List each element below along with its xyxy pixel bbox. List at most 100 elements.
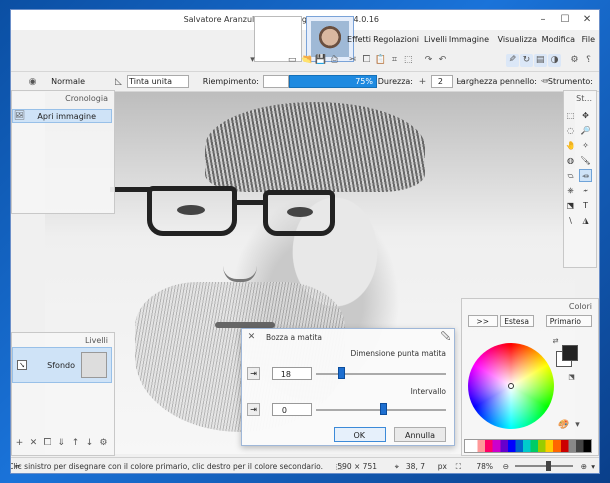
primary-color-swatch[interactable] <box>562 345 578 361</box>
line-curve-icon[interactable]: ∕ <box>564 214 577 227</box>
maximize-button[interactable]: ☐ <box>557 13 573 27</box>
layer-move-up-icon[interactable]: ↑ <box>69 437 82 450</box>
layer-merge-icon[interactable]: ⇓ <box>55 437 68 450</box>
color-wheel-cursor[interactable] <box>508 383 514 389</box>
menu-adjustments[interactable]: Regolazioni <box>373 35 419 44</box>
main-toolbar: ? ⚙ ◐ ▤ ↺ ✎ ↷ ↶ ⬚ ⌗ 📋 ❐ ✂ ⎙ 💾 📂 ▭ ▾ <box>11 50 599 72</box>
tip-size-input[interactable]: 18 <box>272 367 312 380</box>
line-width-decrease[interactable]: − <box>454 76 467 89</box>
magic-wand-icon[interactable]: ✧ <box>579 139 592 152</box>
extend-arrows-button[interactable]: >> <box>468 315 498 327</box>
zoom-slider-thumb[interactable] <box>546 461 551 471</box>
pan-icon[interactable]: ✋ <box>564 139 577 152</box>
redo-icon[interactable]: ↷ <box>436 54 449 67</box>
menu-layers[interactable]: Livelli <box>424 35 447 44</box>
units-dropdown[interactable]: px <box>438 462 447 471</box>
swap-colors-icon[interactable]: ⇆ <box>549 335 562 348</box>
zoom-out-icon[interactable]: ⊖ <box>503 462 509 471</box>
pencil-icon[interactable]: ✏ <box>579 169 592 182</box>
text-icon[interactable]: T <box>579 199 592 212</box>
range-slider-thumb[interactable] <box>380 403 388 415</box>
dialog-close-icon[interactable]: ✕ <box>245 331 258 344</box>
deselect-icon[interactable]: ⬚ <box>402 54 415 67</box>
hardness-stepper[interactable] <box>263 75 289 88</box>
menu-view[interactable]: Visualizza <box>498 35 537 44</box>
image-size: 590 × 751 <box>337 462 377 471</box>
print-icon[interactable]: ⎙ <box>328 54 341 67</box>
dialog-effect-icon: 🖉 <box>440 332 451 342</box>
clone-stamp-icon[interactable]: ⎈ <box>564 184 577 197</box>
tools-window-icon[interactable]: ✎ <box>506 54 519 67</box>
recolor-icon[interactable]: ◩ <box>564 199 577 212</box>
paint-bucket-icon[interactable]: ◍ <box>564 154 577 167</box>
reset-colors-icon[interactable]: ◩ <box>565 371 578 384</box>
layer-duplicate-icon[interactable]: ❐ <box>41 437 54 450</box>
open-icon[interactable]: 📂 <box>300 54 313 67</box>
rectangle-select-icon[interactable]: ⬚ <box>564 109 577 122</box>
extend-button[interactable]: Estesa <box>500 315 534 327</box>
photo-hair <box>205 102 425 192</box>
move-selection-icon[interactable]: ✥ <box>579 109 592 122</box>
extend-label: Estesa <box>504 317 529 326</box>
colors-window-icon[interactable]: ◐ <box>548 54 561 67</box>
eraser-icon[interactable]: ▱ <box>564 169 577 182</box>
cut-icon[interactable]: ✂ <box>346 54 359 67</box>
cancel-button[interactable]: Annulla <box>394 427 446 442</box>
crop-icon[interactable]: ⌗ <box>388 54 401 67</box>
shapes-icon[interactable]: ◭ <box>579 214 592 227</box>
layer-properties-icon[interactable]: ⚙ <box>97 437 110 450</box>
fill-dropdown[interactable]: Tinta unita <box>127 75 189 88</box>
layer-add-icon[interactable]: + <box>13 437 26 450</box>
undo-icon[interactable]: ↶ <box>422 54 435 67</box>
paste-icon[interactable]: 📋 <box>374 54 387 67</box>
layer-visibility-checkbox[interactable]: ✓ <box>17 360 27 370</box>
tip-size-slider[interactable] <box>316 373 446 375</box>
color-palette[interactable] <box>464 439 592 453</box>
save-icon[interactable]: 💾 <box>314 54 327 67</box>
copy-icon[interactable]: ❐ <box>360 54 373 67</box>
zoom-icon[interactable]: 🔍 <box>579 124 592 137</box>
range-input[interactable]: 0 <box>272 403 312 416</box>
cursor-icon: ⌖ <box>394 462 399 471</box>
layer-row[interactable]: Sfondo ✓ <box>12 347 112 383</box>
history-window-icon[interactable]: ↺ <box>520 54 533 67</box>
new-icon[interactable]: ▭ <box>286 54 299 67</box>
zoom-slider[interactable] <box>515 465 573 467</box>
blend-mode-value[interactable]: Normale <box>51 77 85 86</box>
menu-edit[interactable]: Modifica <box>542 35 575 44</box>
layer-move-down-icon[interactable]: ↓ <box>83 437 96 450</box>
zoom-in-icon[interactable]: ⊕ <box>581 462 587 471</box>
layer-delete-icon[interactable]: ✕ <box>27 437 40 450</box>
menu-effects[interactable]: Effetti <box>347 35 371 44</box>
primary-dropdown[interactable]: Primario <box>546 315 592 327</box>
palette-menu-icon[interactable]: ▾ <box>571 419 584 432</box>
help-icon[interactable]: ? <box>582 54 595 67</box>
menu-file[interactable]: File <box>582 35 595 44</box>
range-reset-icon[interactable]: ⇤ <box>247 403 260 416</box>
close-button[interactable]: ✕ <box>579 13 595 27</box>
image-list-menu-icon[interactable]: ▾ <box>246 54 259 67</box>
tip-size-slider-thumb[interactable] <box>337 367 345 379</box>
blend-mode-icon[interactable]: ◉ <box>26 76 39 89</box>
menu-image[interactable]: Immagine <box>449 35 489 44</box>
tip-size-reset-icon[interactable]: ⇤ <box>247 367 260 380</box>
ok-button[interactable]: OK <box>334 427 386 442</box>
minimize-button[interactable]: – <box>535 13 551 27</box>
line-width-increase[interactable]: + <box>416 76 429 89</box>
cursor-position: 38, 7 <box>405 462 425 471</box>
line-width-input[interactable]: 2 <box>431 75 453 88</box>
layers-window-icon[interactable]: ▤ <box>534 54 547 67</box>
antialias-icon[interactable]: ◿ <box>112 76 125 89</box>
status-zoom-menu-icon[interactable]: ▾ <box>591 462 595 471</box>
settings-icon[interactable]: ⚙ <box>568 54 581 67</box>
pencil-tool-icon[interactable]: ✏ <box>538 76 551 89</box>
fit-window-icon[interactable]: ⛶ <box>456 462 461 472</box>
paintbrush-icon[interactable]: 🖌 <box>579 154 592 167</box>
color-picker-icon[interactable]: ⌁ <box>579 184 592 197</box>
palette-icon[interactable]: 🎨 <box>557 419 570 432</box>
history-title: Cronologia <box>65 94 108 103</box>
photo-glasses <box>147 186 237 236</box>
photo-glasses-bridge <box>235 200 265 205</box>
lasso-icon[interactable]: ◌ <box>564 124 577 137</box>
ok-button-label: OK <box>353 431 365 440</box>
